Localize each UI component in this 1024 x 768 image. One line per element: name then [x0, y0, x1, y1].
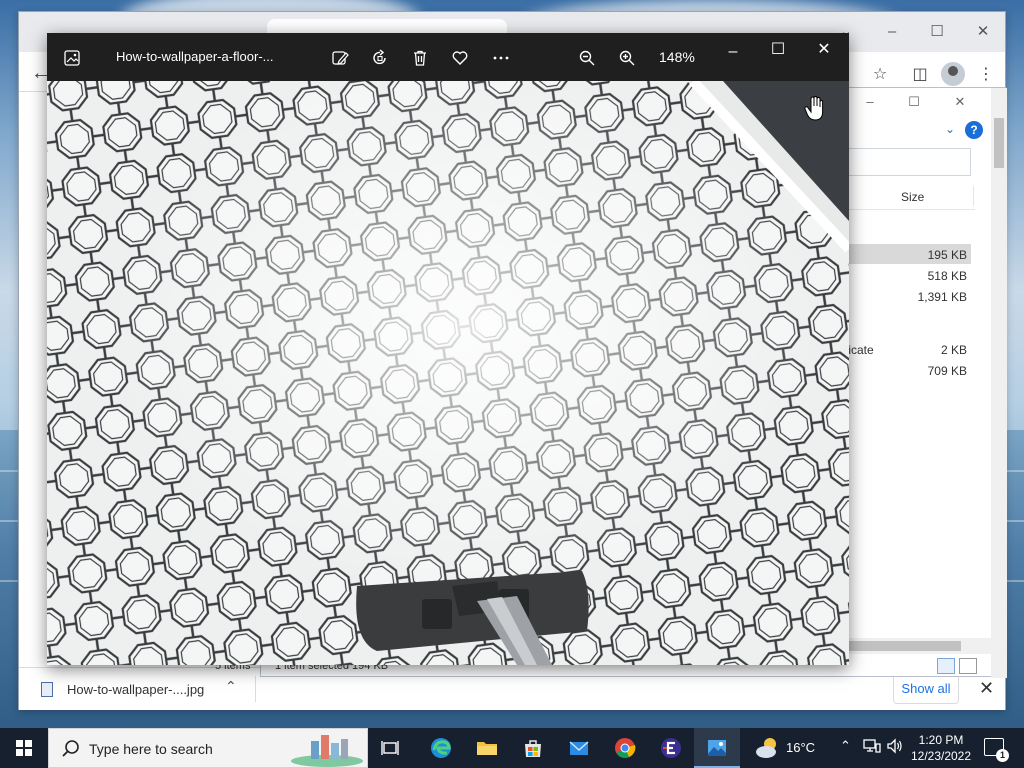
taskbar-search-box[interactable]: Type here to search: [48, 728, 368, 768]
side-panel-icon[interactable]: ◫: [909, 64, 931, 86]
clock[interactable]: 1:20 PM 12/23/2022: [906, 732, 976, 764]
vertical-scrollbar[interactable]: [991, 88, 1007, 678]
file-size: 709 KB: [927, 364, 967, 378]
file-icon: [41, 682, 53, 697]
zoom-out-icon[interactable]: [574, 45, 600, 71]
chrome-minimize-button[interactable]: –: [877, 20, 907, 44]
close-downloads-icon[interactable]: ✕: [979, 678, 994, 699]
column-divider[interactable]: [973, 186, 974, 206]
weather-cloud-sun-icon: [756, 738, 776, 758]
rotate-icon[interactable]: [367, 45, 393, 71]
chrome-maximize-button[interactable]: ☐: [922, 20, 952, 44]
search-icon: [62, 740, 79, 757]
file-size: 1,391 KB: [917, 290, 967, 304]
favorite-heart-icon[interactable]: [447, 45, 473, 71]
download-filename[interactable]: How-to-wallpaper-....jpg: [67, 682, 204, 697]
photos-titlebar: How-to-wallpaper-a-floor-... 148% – ☐ ✕: [47, 33, 849, 81]
ribbon-expand-icon[interactable]: ⌄: [945, 122, 955, 136]
mail-icon[interactable]: [556, 728, 602, 768]
bookmark-star-icon[interactable]: ☆: [869, 64, 891, 86]
network-icon[interactable]: [863, 738, 881, 757]
show-all-button[interactable]: Show all: [893, 674, 959, 704]
notifications-icon[interactable]: 1: [984, 738, 1009, 762]
explorer-maximize-button[interactable]: ☐: [899, 92, 929, 112]
large-icons-view-button[interactable]: [959, 658, 977, 674]
photos-maximize-button[interactable]: ☐: [765, 37, 791, 63]
more-options-icon[interactable]: [488, 45, 514, 71]
zoom-level[interactable]: 148%: [659, 49, 695, 65]
file-name: ficate: [845, 343, 874, 357]
task-view-icon[interactable]: [368, 728, 414, 768]
photos-viewer-window: How-to-wallpaper-a-floor-... 148% – ☐ ✕: [47, 33, 849, 665]
chrome-menu-icon[interactable]: ⋮: [975, 64, 997, 86]
notification-count: 1: [996, 749, 1009, 762]
taskbar: Type here to search 16°C ⌃ 1:20 PM 12/23…: [0, 728, 1024, 768]
photos-minimize-button[interactable]: –: [720, 39, 746, 65]
clock-date: 12/23/2022: [910, 749, 972, 763]
size-column-header[interactable]: Size: [901, 190, 924, 204]
floor-photo: [47, 81, 849, 665]
chrome-close-button[interactable]: ✕: [968, 20, 998, 44]
hand-cursor-icon: [804, 96, 824, 121]
clock-time: 1:20 PM: [918, 733, 964, 747]
photos-close-button[interactable]: ✕: [811, 37, 837, 63]
delete-icon[interactable]: [407, 45, 433, 71]
photo-canvas[interactable]: [47, 81, 849, 665]
photo-title: How-to-wallpaper-a-floor-...: [116, 49, 274, 64]
temperature: 16°C: [786, 740, 816, 755]
explorer-close-button[interactable]: ✕: [945, 92, 975, 112]
microsoft-store-icon[interactable]: [510, 728, 556, 768]
help-icon[interactable]: ?: [965, 121, 983, 139]
file-explorer-icon[interactable]: [464, 728, 510, 768]
search-highlight-icon: [291, 735, 363, 767]
file-size: 195 KB: [927, 248, 967, 262]
explorer-minimize-button[interactable]: –: [855, 92, 885, 112]
show-hidden-icons-chevron-icon[interactable]: ⌃: [840, 738, 851, 754]
chrome-icon[interactable]: [602, 728, 648, 768]
weather-widget[interactable]: 16°C: [750, 728, 830, 768]
zoom-in-icon[interactable]: [614, 45, 640, 71]
windows-start-icon[interactable]: [0, 728, 48, 768]
photos-app-icon[interactable]: [694, 728, 740, 768]
file-size: 518 KB: [927, 269, 967, 283]
divider: [255, 676, 256, 702]
profile-avatar[interactable]: [941, 62, 965, 86]
file-size: 2 KB: [940, 343, 967, 357]
volume-icon[interactable]: [886, 738, 904, 757]
edge-browser-icon[interactable]: [418, 728, 464, 768]
gallery-icon[interactable]: [59, 45, 85, 71]
app-icon[interactable]: [648, 728, 694, 768]
details-view-button[interactable]: [937, 658, 955, 674]
chevron-up-icon[interactable]: ⌃: [225, 678, 237, 695]
edit-image-icon[interactable]: [327, 45, 353, 71]
search-placeholder: Type here to search: [89, 741, 213, 757]
